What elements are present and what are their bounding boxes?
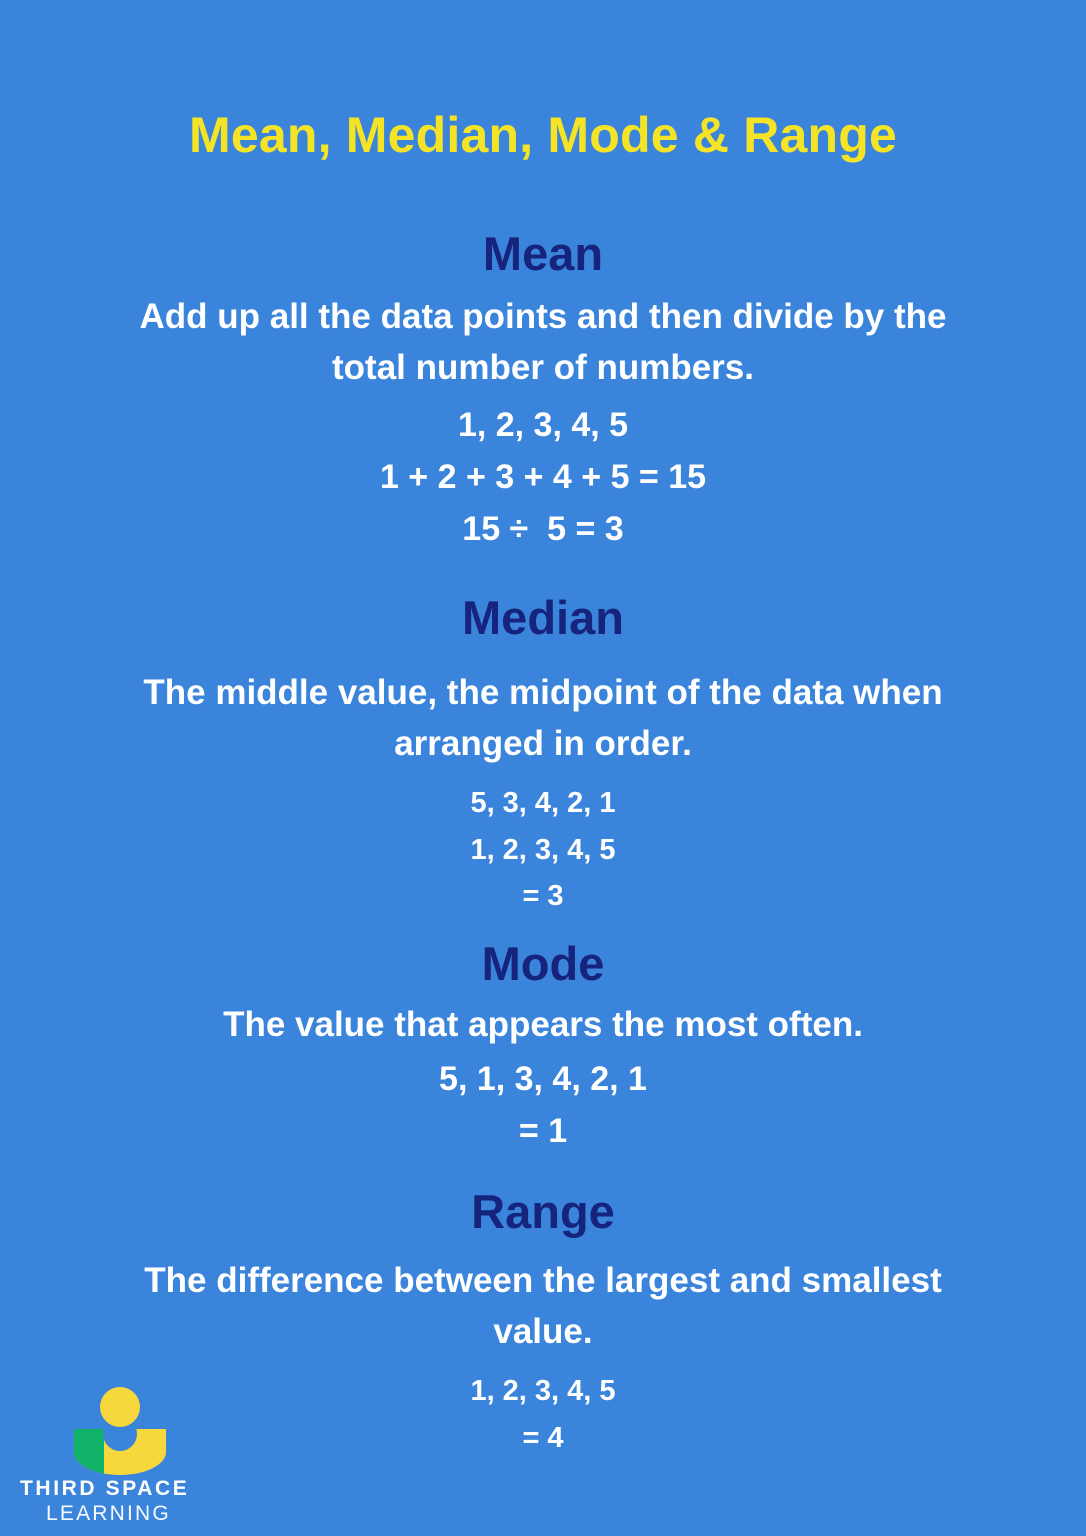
logo-name-primary: THIRD SPACE	[20, 1476, 190, 1500]
logo-head-circle-icon	[100, 1386, 140, 1427]
section-mean: Mean Add up all the data points and then…	[0, 227, 1086, 555]
logo-bowl-shape-icon	[74, 1428, 166, 1475]
example-list-median: 5, 3, 4, 2, 1 1, 2, 3, 4, 5 = 3	[0, 780, 1086, 919]
section-median: Median The middle value, the midpoint of…	[0, 591, 1086, 919]
logo-green-wedge-icon	[74, 1428, 104, 1475]
brand-logo: THIRD SPACE LEARNING	[16, 1386, 226, 1526]
example-list-mean: 1, 2, 3, 4, 5 1 + 2 + 3 + 4 + 5 = 15 15 …	[0, 400, 1086, 555]
section-heading-mode: Mode	[481, 937, 605, 990]
example-line: 1, 2, 3, 4, 5	[457, 406, 629, 445]
example-line: = 3	[522, 880, 564, 912]
example-line: 5, 3, 4, 2, 1	[470, 787, 616, 820]
example-line: 1 + 2 + 3 + 4 + 5 = 15	[379, 457, 707, 496]
section-description-mean: Add up all the data points and then divi…	[139, 296, 947, 388]
section-heading-median: Median	[462, 591, 624, 644]
third-space-learning-logo-icon	[74, 1386, 166, 1475]
logo-wordmark: THIRD SPACE LEARNING	[16, 1477, 226, 1526]
poster: Mean, Median, Mode & Range Mean Add up a…	[0, 0, 1086, 1536]
section-description-range: The difference between the largest and s…	[144, 1260, 942, 1352]
logo-notch-icon	[103, 1428, 137, 1451]
example-line: = 1	[518, 1112, 568, 1151]
section-heading-range: Range	[471, 1185, 615, 1238]
example-list-mode: 5, 1, 3, 4, 2, 1 = 1	[0, 1054, 1086, 1157]
example-line: 15 ÷ 5 = 3	[462, 509, 624, 548]
example-line: 5, 1, 3, 4, 2, 1	[439, 1060, 647, 1099]
section-mode: Mode The value that appears the most oft…	[0, 937, 1086, 1158]
logo-name-secondary: LEARNING	[46, 1501, 171, 1525]
example-line: 1, 2, 3, 4, 5	[470, 833, 616, 866]
section-description-median: The middle value, the midpoint of the da…	[143, 672, 943, 764]
page-title: Mean, Median, Mode & Range	[188, 107, 898, 163]
section-heading-mean: Mean	[482, 227, 604, 280]
section-description-mode: The value that appears the most often.	[223, 1004, 863, 1044]
